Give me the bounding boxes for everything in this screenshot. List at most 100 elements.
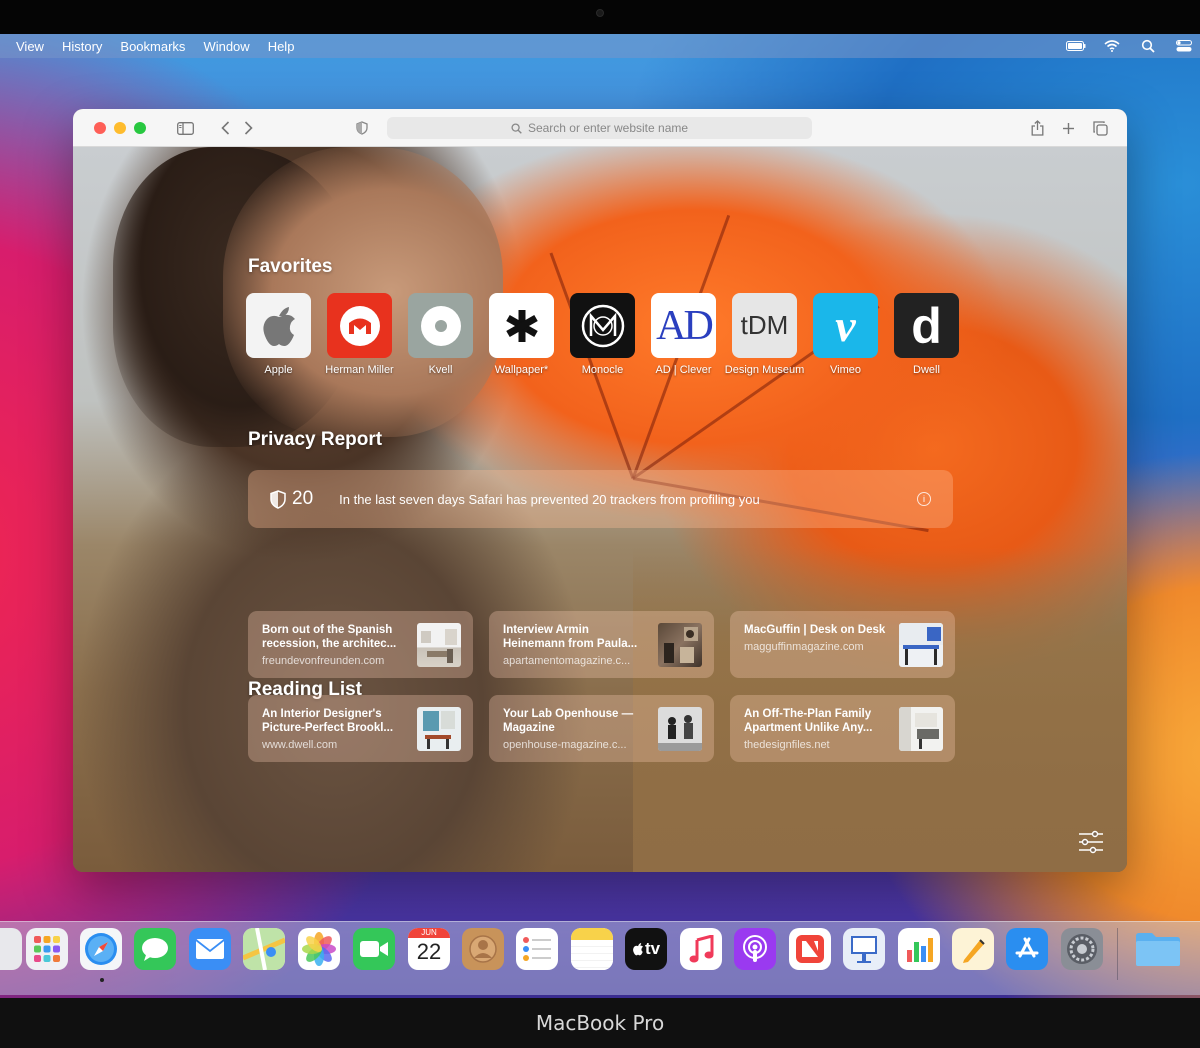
desktop: View History Bookmarks Window Help Searc…: [0, 34, 1200, 998]
reading-list-item[interactable]: Born out of the Spanish recession, the a…: [248, 611, 473, 678]
numbers-icon[interactable]: [898, 928, 940, 970]
favorite-herman-miller[interactable]: Herman Miller: [325, 293, 394, 376]
vimeo-logo-icon: v: [813, 293, 878, 358]
notes-icon[interactable]: [571, 928, 613, 970]
reading-item-url: freundevonfreunden.com: [262, 655, 385, 667]
menu-history[interactable]: History: [62, 39, 102, 54]
safari-toolbar: Search or enter website name: [73, 109, 1127, 147]
photos-icon[interactable]: [298, 928, 340, 970]
dock-separator: [1117, 928, 1118, 980]
menu-view[interactable]: View: [16, 39, 44, 54]
reading-list-item[interactable]: Your Lab Openhouse — Magazine openhouse-…: [489, 695, 714, 762]
reading-item-url: www.dwell.com: [262, 739, 338, 751]
search-icon[interactable]: [1138, 39, 1158, 53]
pages-icon[interactable]: [952, 928, 994, 970]
menu-bar: View History Bookmarks Window Help: [0, 34, 1200, 58]
customize-sliders-icon[interactable]: [1077, 830, 1105, 854]
info-icon[interactable]: i: [917, 492, 931, 506]
favorites-title: Favorites: [248, 256, 333, 277]
contacts-icon[interactable]: [462, 928, 504, 970]
apple-tv-icon[interactable]: tv: [625, 928, 667, 970]
reading-list-item[interactable]: Interview Armin Heinemann from Paula... …: [489, 611, 714, 678]
reading-item-title: Born out of the Spanish recession, the a…: [262, 624, 397, 650]
search-icon: [511, 122, 522, 134]
finder-icon[interactable]: [0, 928, 22, 970]
menu-bookmarks[interactable]: Bookmarks: [120, 39, 185, 54]
favorite-design-museum[interactable]: tDM Design Museum: [725, 293, 804, 376]
favorite-vimeo[interactable]: v Vimeo: [813, 293, 878, 376]
sidebar-toggle-icon[interactable]: [175, 118, 195, 138]
share-icon[interactable]: [1028, 118, 1046, 138]
menu-help[interactable]: Help: [268, 39, 295, 54]
favorite-label: Dwell: [913, 364, 940, 376]
dwell-logo-icon: d: [894, 293, 959, 358]
music-icon[interactable]: [680, 928, 722, 970]
privacy-text: In the last seven days Safari has preven…: [339, 491, 760, 507]
running-indicator: [100, 978, 104, 982]
camera: [596, 9, 604, 17]
reading-list-grid: Born out of the Spanish recession, the a…: [248, 611, 955, 762]
control-center-icon[interactable]: [1174, 39, 1194, 53]
new-tab-icon[interactable]: [1059, 118, 1077, 138]
reading-item-url: apartamentomagazine.c...: [503, 655, 631, 667]
keynote-icon[interactable]: [843, 928, 885, 970]
reading-item-thumbnail: [417, 707, 461, 751]
privacy-shield-icon[interactable]: [354, 118, 370, 138]
menu-window[interactable]: Window: [203, 39, 249, 54]
maps-icon[interactable]: [243, 928, 285, 970]
favorite-label: AD | Clever: [655, 364, 712, 376]
address-bar[interactable]: Search or enter website name: [387, 117, 812, 139]
favorite-wallpaper[interactable]: Wallpaper*: [489, 293, 554, 376]
privacy-report-card[interactable]: 20 In the last seven days Safari has pre…: [248, 470, 953, 528]
wallpaper-logo-icon: [489, 293, 554, 358]
mail-icon[interactable]: [189, 928, 231, 970]
privacy-report-title: Privacy Report: [248, 429, 383, 450]
design-museum-logo-text: tDM: [740, 310, 789, 340]
safari-icon[interactable]: [80, 928, 122, 970]
news-icon[interactable]: [789, 928, 831, 970]
reading-list-item[interactable]: An Interior Designer's Picture-Perfect B…: [248, 695, 473, 762]
back-icon[interactable]: [217, 118, 233, 138]
dwell-logo-text: d: [911, 297, 942, 354]
reading-item-title: An Off-The-Plan Family Apartment Unlike …: [744, 708, 873, 734]
favorite-kvell[interactable]: Kvell: [408, 293, 473, 376]
battery-icon[interactable]: [1066, 39, 1086, 53]
reading-list-item[interactable]: An Off-The-Plan Family Apartment Unlike …: [730, 695, 955, 762]
reading-item-title: Your Lab Openhouse — Magazine: [503, 708, 634, 734]
design-museum-logo-icon: tDM: [732, 293, 797, 358]
facetime-icon[interactable]: [353, 928, 395, 970]
reading-item-thumbnail: [417, 623, 461, 667]
tab-overview-icon[interactable]: [1091, 118, 1109, 138]
favorite-ad-clever[interactable]: AD AD | Clever: [651, 293, 716, 376]
reading-list-item[interactable]: MacGuffin | Desk on Desk magguffinmagazi…: [730, 611, 955, 678]
podcasts-icon[interactable]: [734, 928, 776, 970]
system-preferences-icon[interactable]: [1061, 928, 1103, 970]
shield-icon: [270, 489, 286, 509]
calendar-icon[interactable]: JUN 22: [408, 928, 450, 970]
reminders-icon[interactable]: [516, 928, 558, 970]
favorite-label: Herman Miller: [325, 364, 394, 376]
favorite-monocle[interactable]: Monocle: [570, 293, 635, 376]
ad-logo-icon: AD: [651, 293, 716, 358]
reading-item-title: An Interior Designer's Picture-Perfect B…: [262, 708, 394, 734]
minimize-button[interactable]: [114, 122, 126, 134]
favorite-dwell[interactable]: d Dwell: [894, 293, 959, 376]
forward-icon[interactable]: [240, 118, 256, 138]
close-button[interactable]: [94, 122, 106, 134]
reading-item-thumbnail: [899, 623, 943, 667]
safari-window: Search or enter website name Favorites A…: [73, 109, 1127, 872]
favorite-label: Monocle: [581, 364, 624, 376]
messages-icon[interactable]: [134, 928, 176, 970]
favorite-apple[interactable]: Apple: [246, 293, 311, 376]
app-store-icon[interactable]: [1006, 928, 1048, 970]
launchpad-icon[interactable]: [26, 928, 68, 970]
monocle-logo-icon: [570, 293, 635, 358]
wifi-icon[interactable]: [1102, 39, 1122, 53]
reading-item-url: openhouse-magazine.c...: [503, 739, 627, 751]
reading-item-thumbnail: [658, 623, 702, 667]
downloads-folder-icon[interactable]: [1134, 928, 1182, 970]
zoom-button[interactable]: [134, 122, 146, 134]
kvell-logo-icon: [408, 293, 473, 358]
reading-item-url: magguffinmagazine.com: [744, 641, 864, 653]
apple-logo-icon: [246, 293, 311, 358]
